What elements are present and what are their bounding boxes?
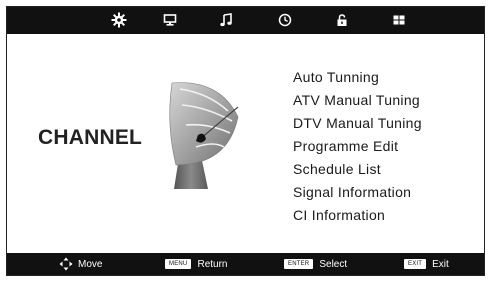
hint-select: ENTER Select bbox=[284, 253, 347, 275]
key-hint-bar: Move MENU Return ENTER Select EXIT Exit bbox=[7, 253, 484, 275]
menu-item-dtv-manual-tuning[interactable]: DTV Manual Tuning bbox=[293, 112, 422, 135]
exit-label: Exit bbox=[432, 258, 449, 270]
tab-picture[interactable] bbox=[158, 10, 182, 30]
tv-menu-frame: CHANNEL Auto Tunning ATV Manual Tuning D… bbox=[6, 6, 485, 276]
channel-menu-list: Auto Tunning ATV Manual Tuning DTV Manua… bbox=[293, 66, 422, 227]
menu-tab-bar bbox=[7, 7, 484, 34]
direction-arrows-icon bbox=[59, 257, 73, 271]
tab-sound[interactable] bbox=[214, 10, 238, 30]
monitor-icon bbox=[163, 14, 177, 26]
tab-setup[interactable] bbox=[387, 10, 411, 30]
music-note-icon bbox=[220, 13, 232, 27]
tab-lock[interactable] bbox=[330, 10, 354, 30]
hint-move: Move bbox=[59, 253, 102, 275]
menu-item-schedule-list[interactable]: Schedule List bbox=[293, 158, 422, 181]
satellite-dish-icon bbox=[169, 82, 239, 189]
hint-return: MENU Return bbox=[165, 253, 227, 275]
gear-icon bbox=[111, 12, 127, 28]
menu-item-atv-manual-tuning[interactable]: ATV Manual Tuning bbox=[293, 89, 422, 112]
clock-icon bbox=[278, 13, 292, 27]
menu-item-auto-tuning[interactable]: Auto Tunning bbox=[293, 66, 422, 89]
return-label: Return bbox=[197, 258, 228, 270]
menu-item-programme-edit[interactable]: Programme Edit bbox=[293, 135, 422, 158]
menu-key: MENU bbox=[165, 259, 192, 269]
lock-icon bbox=[337, 14, 347, 26]
enter-key: ENTER bbox=[284, 259, 314, 269]
move-label: Move bbox=[78, 258, 103, 270]
menu-item-ci-information[interactable]: CI Information bbox=[293, 204, 422, 227]
menu-item-signal-information[interactable]: Signal Information bbox=[293, 181, 422, 204]
page-title: CHANNEL bbox=[38, 126, 143, 149]
tab-channel[interactable] bbox=[107, 10, 131, 30]
select-label: Select bbox=[319, 258, 348, 270]
exit-key: EXIT bbox=[404, 259, 427, 269]
tab-time[interactable] bbox=[273, 10, 297, 30]
grid-icon bbox=[393, 15, 405, 25]
hint-exit: EXIT Exit bbox=[404, 253, 449, 275]
